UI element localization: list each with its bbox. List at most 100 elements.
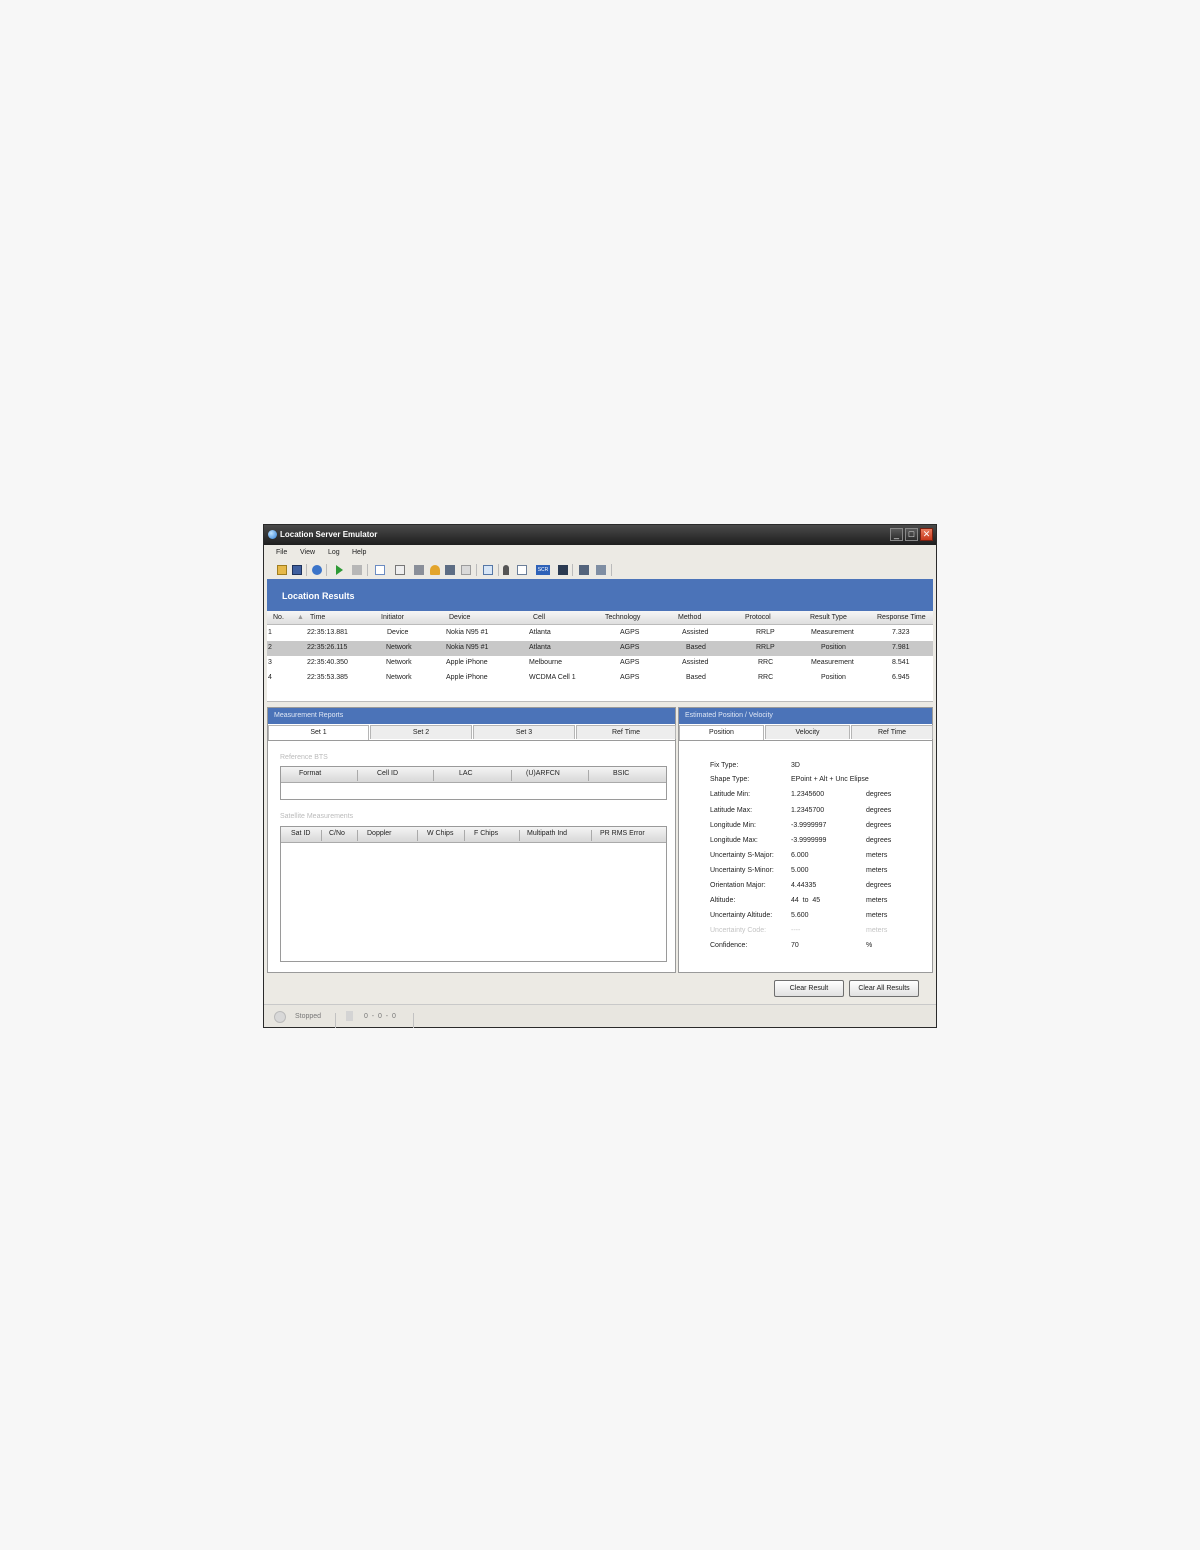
search-icon[interactable] — [483, 565, 493, 575]
document-icon[interactable] — [395, 565, 405, 575]
table-row[interactable]: 3 22:35:40.350 Network Apple iPhone Melb… — [267, 656, 933, 671]
sort-arrow-icon: ▲ — [297, 614, 304, 621]
column-divider — [588, 770, 589, 781]
orientation-major-label: Orientation Major: — [710, 882, 766, 889]
bell-icon[interactable] — [430, 565, 440, 575]
cell-no: 4 — [268, 674, 272, 681]
confidence-label: Confidence: — [710, 942, 748, 949]
results-banner: Location Results — [267, 579, 933, 611]
col-w-chips[interactable]: W Chips — [427, 830, 453, 837]
measurement-panel: Measurement Reports Set 1 Set 2 Set 3 Re… — [267, 707, 676, 973]
cell-response-time: 7.323 — [892, 629, 910, 636]
export-icon[interactable] — [579, 565, 589, 575]
satellite-grid[interactable]: Sat ID C/No Doppler W Chips F Chips Mult… — [280, 826, 667, 962]
cell-cell: Atlanta — [529, 644, 551, 651]
table-row-selected[interactable]: 2 22:35:26.115 Network Nokia N95 #1 Atla… — [267, 641, 933, 656]
col-time[interactable]: Time — [310, 614, 325, 621]
cell-protocol: RRC — [758, 674, 774, 681]
map-icon[interactable] — [445, 565, 455, 575]
stop-icon[interactable] — [352, 565, 362, 575]
toolbar-separator — [367, 564, 368, 576]
column-divider — [417, 830, 418, 841]
uncertainty-altitude-value: 5.600 — [791, 912, 809, 919]
person-icon[interactable] — [503, 565, 509, 575]
tab-velocity[interactable]: Velocity — [765, 725, 850, 739]
col-technology[interactable]: Technology — [605, 614, 640, 621]
altitude-label: Altitude: — [710, 897, 736, 904]
col-no[interactable]: No. — [273, 614, 284, 621]
col-f-chips[interactable]: F Chips — [474, 830, 498, 837]
tab-position[interactable]: Position — [679, 725, 764, 740]
save-icon[interactable] — [292, 565, 302, 575]
col-cell-id[interactable]: Cell ID — [377, 770, 398, 777]
minimize-button[interactable]: _ — [890, 528, 903, 541]
clear-all-results-button[interactable]: Clear All Results — [849, 980, 919, 997]
menu-log[interactable]: Log — [328, 549, 340, 556]
open-folder-icon[interactable] — [277, 565, 287, 575]
chart-icon[interactable] — [517, 565, 527, 575]
col-protocol[interactable]: Protocol — [745, 614, 771, 621]
col-bsic[interactable]: BSIC — [613, 770, 629, 777]
table-row[interactable]: 4 22:35:53.385 Network Apple iPhone WCDM… — [267, 671, 933, 686]
scr-icon[interactable]: SCR — [536, 565, 550, 575]
col-format[interactable]: Format — [299, 770, 321, 777]
tab-set-3[interactable]: Set 3 — [473, 725, 575, 739]
col-response-time[interactable]: Response Time — [877, 614, 926, 621]
col-multipath-ind[interactable]: Multipath Ind — [527, 830, 567, 837]
col-method[interactable]: Method — [678, 614, 701, 621]
satellite-header: Sat ID C/No Doppler W Chips F Chips Mult… — [281, 827, 666, 843]
menu-help[interactable]: Help — [352, 549, 366, 556]
col-cno[interactable]: C/No — [329, 830, 345, 837]
cell-no: 1 — [268, 629, 272, 636]
menu-bar: File View Log Help — [264, 545, 936, 560]
maximize-button[interactable]: □ — [905, 528, 918, 541]
tab-ref-time[interactable]: Ref Time — [576, 725, 676, 739]
column-divider — [519, 830, 520, 841]
clear-result-button[interactable]: Clear Result — [774, 980, 844, 997]
col-pr-rms-error[interactable]: PR RMS Error — [600, 830, 645, 837]
confidence-unit: % — [866, 942, 873, 949]
tab-set-1[interactable]: Set 1 — [268, 725, 369, 740]
column-divider — [464, 830, 465, 841]
tab-ref-time[interactable]: Ref Time — [851, 725, 933, 739]
print-icon[interactable] — [461, 565, 471, 575]
col-device[interactable]: Device — [449, 614, 470, 621]
reference-bts-grid[interactable]: Format Cell ID LAC (U)ARFCN BSIC — [280, 766, 667, 800]
cell-protocol: RRC — [758, 659, 774, 666]
longitude-max-label: Longitude Max: — [710, 837, 758, 844]
uncertainty-s-major-value: 6.000 — [791, 852, 809, 859]
menu-file[interactable]: File — [276, 549, 287, 556]
col-doppler[interactable]: Doppler — [367, 830, 392, 837]
menu-view[interactable]: View — [300, 549, 315, 556]
col-sat-id[interactable]: Sat ID — [291, 830, 310, 837]
cell-response-time: 7.981 — [892, 644, 910, 651]
table-row[interactable]: 1 22:35:13.881 Device Nokia N95 #1 Atlan… — [267, 626, 933, 641]
table-icon[interactable] — [375, 565, 385, 575]
window-icon[interactable] — [558, 565, 568, 575]
cell-technology: AGPS — [620, 659, 640, 666]
col-uarfcn[interactable]: (U)ARFCN — [526, 770, 560, 777]
measurement-tabs: Set 1 Set 2 Set 3 Ref Time — [268, 725, 676, 741]
satellite-measurements-label: Satellite Measurements — [280, 813, 354, 820]
grid-icon[interactable] — [414, 565, 424, 575]
cell-method: Assisted — [682, 659, 709, 666]
cell-method: Assisted — [682, 629, 709, 636]
help-icon[interactable] — [312, 565, 322, 575]
uncertainty-altitude-unit: meters — [866, 912, 888, 919]
col-initiator[interactable]: Initiator — [381, 614, 404, 621]
col-result-type[interactable]: Result Type — [810, 614, 847, 621]
close-button[interactable]: ✕ — [920, 528, 933, 541]
shape-type-value: EPoint + Alt + Unc Elipse — [791, 776, 869, 783]
play-icon[interactable] — [336, 565, 343, 575]
longitude-min-unit: degrees — [866, 822, 892, 829]
title-bar[interactable]: Location Server Emulator _ □ ✕ — [264, 525, 936, 545]
orientation-major-value: 4.44335 — [791, 882, 817, 889]
latitude-min-unit: degrees — [866, 791, 892, 798]
settings-icon[interactable] — [596, 565, 606, 575]
longitude-max-value: -3.9999999 — [791, 837, 827, 844]
status-separator — [335, 1013, 336, 1028]
col-lac[interactable]: LAC — [459, 770, 473, 777]
counter-icon — [346, 1011, 353, 1021]
tab-set-2[interactable]: Set 2 — [370, 725, 472, 739]
col-cell[interactable]: Cell — [533, 614, 545, 621]
